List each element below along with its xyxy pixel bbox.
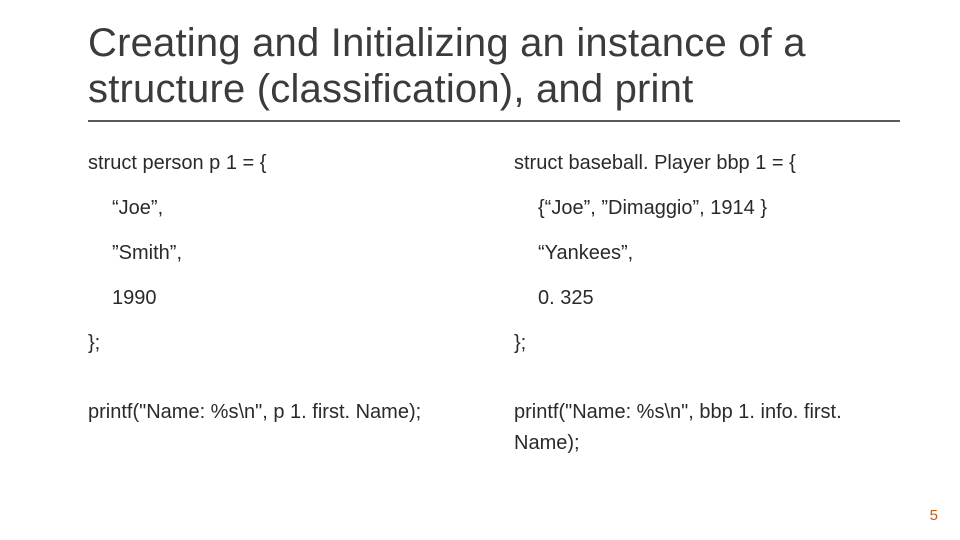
code-line: }; bbox=[514, 328, 900, 359]
code-line: “Yankees”, bbox=[514, 238, 900, 269]
code-line: 0. 325 bbox=[514, 283, 900, 314]
title-line-2: structure (classification), and print bbox=[88, 67, 693, 111]
title-underline bbox=[88, 120, 900, 122]
content-columns: struct person p 1 = { “Joe”, ”Smith”, 19… bbox=[88, 148, 900, 473]
code-line: “Joe”, bbox=[88, 193, 474, 224]
code-line: ”Smith”, bbox=[88, 238, 474, 269]
spacer bbox=[88, 373, 474, 397]
code-line: struct baseball. Player bbp 1 = { bbox=[514, 148, 900, 179]
code-line: 1990 bbox=[88, 283, 474, 314]
code-line: }; bbox=[88, 328, 474, 359]
left-column: struct person p 1 = { “Joe”, ”Smith”, 19… bbox=[88, 148, 474, 473]
code-line: printf("Name: %s\n", bbp 1. info. first.… bbox=[514, 397, 900, 459]
code-line: printf("Name: %s\n", p 1. first. Name); bbox=[88, 397, 474, 428]
title-line-1: Creating and Initializing an instance of… bbox=[88, 21, 806, 65]
slide: Creating and Initializing an instance of… bbox=[0, 0, 960, 540]
right-column: struct baseball. Player bbp 1 = { {“Joe”… bbox=[514, 148, 900, 473]
title-block: Creating and Initializing an instance of… bbox=[88, 20, 900, 122]
code-line: {“Joe”, ”Dimaggio”, 1914 } bbox=[514, 193, 900, 224]
spacer bbox=[514, 373, 900, 397]
slide-title: Creating and Initializing an instance of… bbox=[88, 20, 900, 112]
code-line: struct person p 1 = { bbox=[88, 148, 474, 179]
page-number: 5 bbox=[930, 507, 938, 524]
